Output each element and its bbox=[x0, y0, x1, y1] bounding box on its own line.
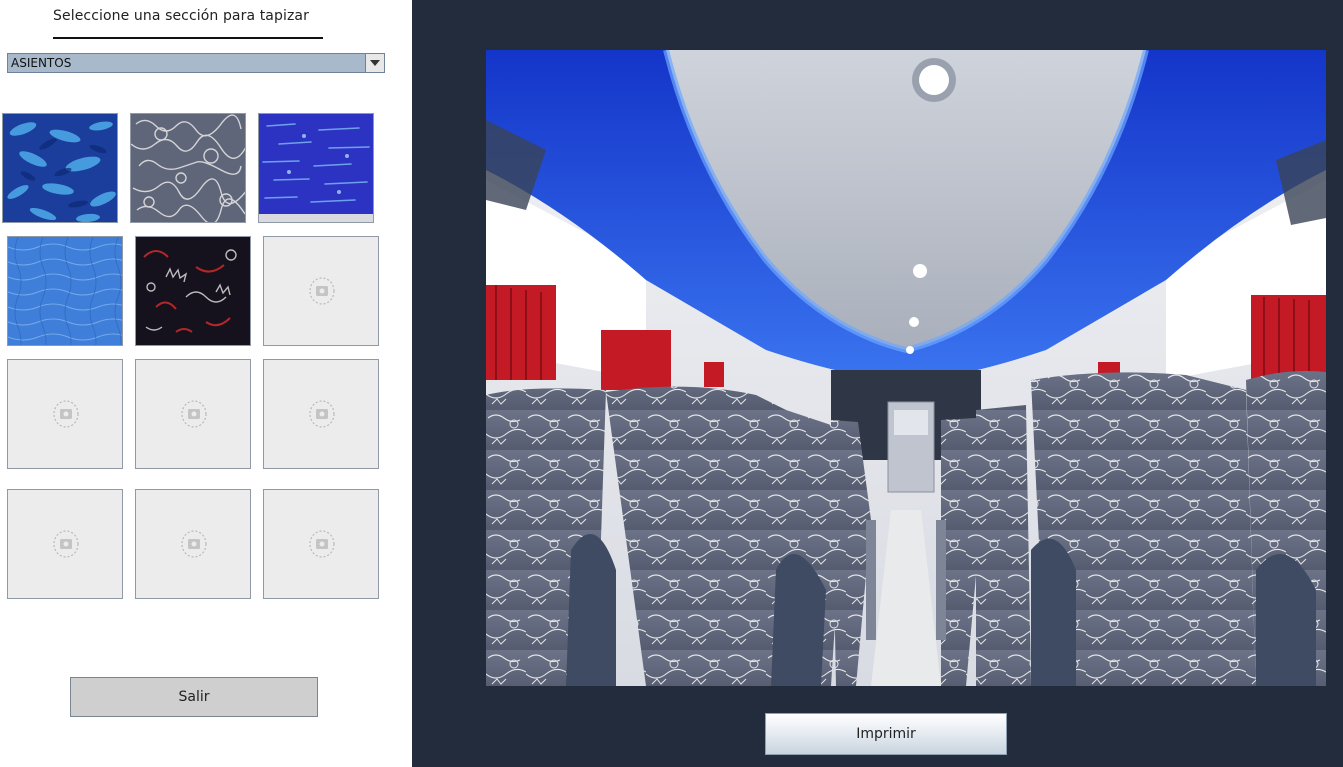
image-placeholder-icon bbox=[181, 400, 207, 428]
section-title: Seleccione una sección para tapizar bbox=[53, 8, 309, 24]
fabric-slot-empty[interactable] bbox=[7, 359, 123, 469]
exit-button[interactable]: Salir bbox=[70, 677, 318, 717]
chevron-down-icon[interactable] bbox=[365, 54, 384, 72]
image-placeholder-icon bbox=[309, 277, 335, 305]
fabric-slot-empty[interactable] bbox=[263, 359, 379, 469]
image-placeholder-icon bbox=[53, 530, 79, 558]
fabric-swatch-blue-fish[interactable] bbox=[2, 113, 118, 223]
image-placeholder-icon bbox=[181, 530, 207, 558]
image-placeholder-icon bbox=[53, 400, 79, 428]
bus-interior-preview bbox=[486, 50, 1326, 686]
fabric-slot-empty[interactable] bbox=[7, 489, 123, 599]
fabric-swatch-dark-red[interactable] bbox=[135, 236, 251, 346]
image-placeholder-icon bbox=[309, 530, 335, 558]
fabric-swatch-white-scribble[interactable] bbox=[130, 113, 246, 223]
section-dropdown-value: ASIENTOS bbox=[11, 56, 72, 70]
fabric-selection-panel: Seleccione una sección para tapizar ASIE… bbox=[0, 0, 412, 767]
preview-panel: Imprimir bbox=[412, 0, 1343, 767]
fabric-slot-empty[interactable] bbox=[263, 489, 379, 599]
fabric-swatch-royal-blue[interactable] bbox=[258, 113, 374, 223]
fabric-swatch-light-blue[interactable] bbox=[7, 236, 123, 346]
print-button[interactable]: Imprimir bbox=[765, 713, 1007, 755]
fabric-slot-empty[interactable] bbox=[263, 236, 379, 346]
title-underline bbox=[53, 37, 323, 39]
image-placeholder-icon bbox=[309, 400, 335, 428]
fabric-slot-empty[interactable] bbox=[135, 489, 251, 599]
section-dropdown[interactable]: ASIENTOS bbox=[7, 53, 385, 73]
fabric-slot-empty[interactable] bbox=[135, 359, 251, 469]
